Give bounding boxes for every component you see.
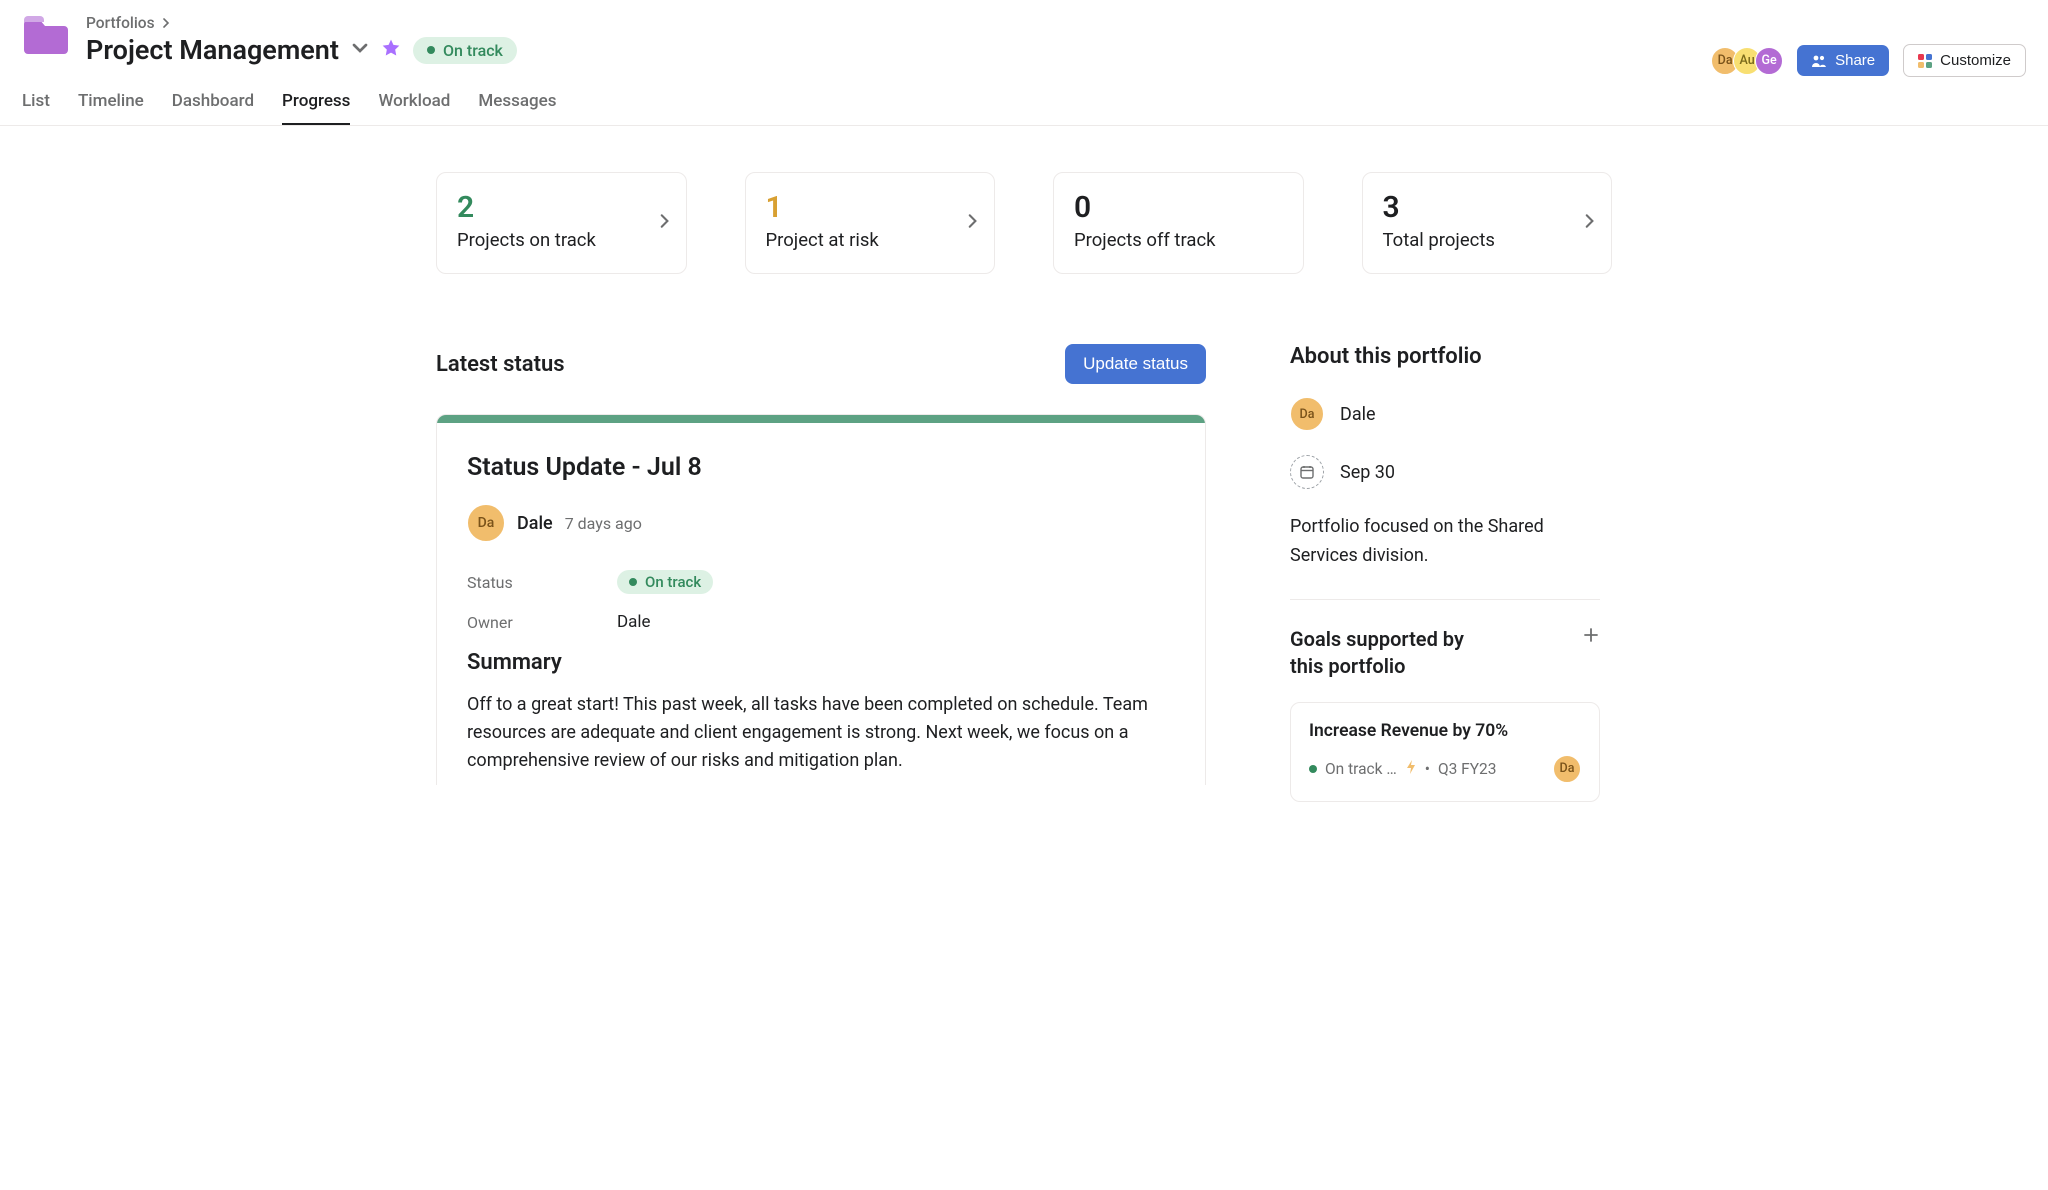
status-update-card[interactable]: Status Update - Jul 8 Da Dale 7 days ago… <box>436 414 1206 785</box>
add-goal-button[interactable] <box>1582 626 1600 649</box>
tab-workload[interactable]: Workload <box>378 91 450 125</box>
update-status-button[interactable]: Update status <box>1065 344 1206 384</box>
goal-card[interactable]: Increase Revenue by 70% On track … • Q3 … <box>1290 702 1600 802</box>
tab-timeline[interactable]: Timeline <box>78 91 144 125</box>
owner-avatar: Da <box>1290 397 1324 431</box>
owner-value: Dale <box>617 612 651 632</box>
about-description: Portfolio focused on the Shared Services… <box>1290 513 1600 571</box>
share-button-label: Share <box>1835 52 1875 69</box>
summary-text: Off to a great start! This past week, al… <box>467 691 1167 775</box>
about-owner-row[interactable]: Da Dale <box>1290 397 1600 431</box>
tabs: List Timeline Dashboard Progress Workloa… <box>0 77 2048 126</box>
breadcrumb[interactable]: Portfolios <box>86 14 517 32</box>
avatar[interactable]: Ge <box>1755 47 1783 75</box>
chevron-right-icon <box>1583 213 1595 233</box>
stat-number: 1 <box>766 193 975 223</box>
status-value-text: On track <box>645 573 701 591</box>
bullet-separator: • <box>1425 760 1430 778</box>
page-title: Project Management <box>86 34 339 66</box>
about-date-row[interactable]: Sep 30 <box>1290 455 1600 489</box>
tab-messages[interactable]: Messages <box>478 91 556 125</box>
tab-list[interactable]: List <box>22 91 50 125</box>
status-pill[interactable]: On track <box>413 37 517 64</box>
goals-heading: Goals supported by this portfolio <box>1290 626 1490 680</box>
stat-number: 0 <box>1074 193 1283 223</box>
status-pill-label: On track <box>443 41 503 60</box>
stat-number: 2 <box>457 193 666 223</box>
bolt-icon <box>1405 760 1417 778</box>
status-dot-icon <box>629 578 637 586</box>
stat-card-on-track[interactable]: 2 Projects on track <box>436 172 687 274</box>
stat-card-at-risk[interactable]: 1 Project at risk <box>745 172 996 274</box>
status-update-title: Status Update - Jul 8 <box>467 453 1175 482</box>
title-dropdown[interactable] <box>351 39 369 61</box>
people-icon <box>1811 54 1827 68</box>
goal-owner-avatar: Da <box>1553 755 1581 783</box>
status-color-bar <box>437 415 1205 423</box>
stat-label: Project at risk <box>766 229 975 251</box>
chevron-right-icon <box>966 213 978 233</box>
author-avatar[interactable]: Da <box>467 504 505 542</box>
stat-label: Total projects <box>1383 229 1592 251</box>
customize-button[interactable]: Customize <box>1903 44 2026 77</box>
owner-field-label: Owner <box>467 613 617 632</box>
stat-card-total[interactable]: 3 Total projects <box>1362 172 1613 274</box>
stat-label: Projects off track <box>1074 229 1283 251</box>
goal-name: Increase Revenue by 70% <box>1309 721 1581 741</box>
chevron-right-icon <box>161 14 171 32</box>
favorite-star-icon[interactable] <box>381 38 401 62</box>
goal-status: On track … <box>1325 760 1397 778</box>
calendar-icon <box>1290 455 1324 489</box>
about-owner-name: Dale <box>1340 404 1376 425</box>
about-date: Sep 30 <box>1340 462 1395 483</box>
divider <box>1290 599 1600 600</box>
stat-card-off-track[interactable]: 0 Projects off track <box>1053 172 1304 274</box>
status-value-pill: On track <box>617 570 713 594</box>
about-heading: About this portfolio <box>1290 344 1600 369</box>
status-timestamp: 7 days ago <box>565 514 642 533</box>
customize-button-label: Customize <box>1940 52 2011 69</box>
tab-progress[interactable]: Progress <box>282 91 350 125</box>
grid-icon <box>1918 54 1932 68</box>
member-avatars[interactable]: Da Au Ge <box>1711 47 1783 75</box>
portfolio-folder-icon <box>22 14 70 58</box>
tab-dashboard[interactable]: Dashboard <box>172 91 254 125</box>
latest-status-heading: Latest status <box>436 352 565 377</box>
status-dot-icon <box>427 46 435 54</box>
share-button[interactable]: Share <box>1797 45 1889 76</box>
author-name: Dale <box>517 513 553 534</box>
stat-number: 3 <box>1383 193 1592 223</box>
goal-period: Q3 FY23 <box>1438 760 1497 778</box>
chevron-right-icon <box>658 213 670 233</box>
summary-heading: Summary <box>467 650 1175 675</box>
status-field-label: Status <box>467 573 617 592</box>
breadcrumb-root[interactable]: Portfolios <box>86 14 155 32</box>
status-dot-icon <box>1309 765 1317 773</box>
stat-label: Projects on track <box>457 229 666 251</box>
